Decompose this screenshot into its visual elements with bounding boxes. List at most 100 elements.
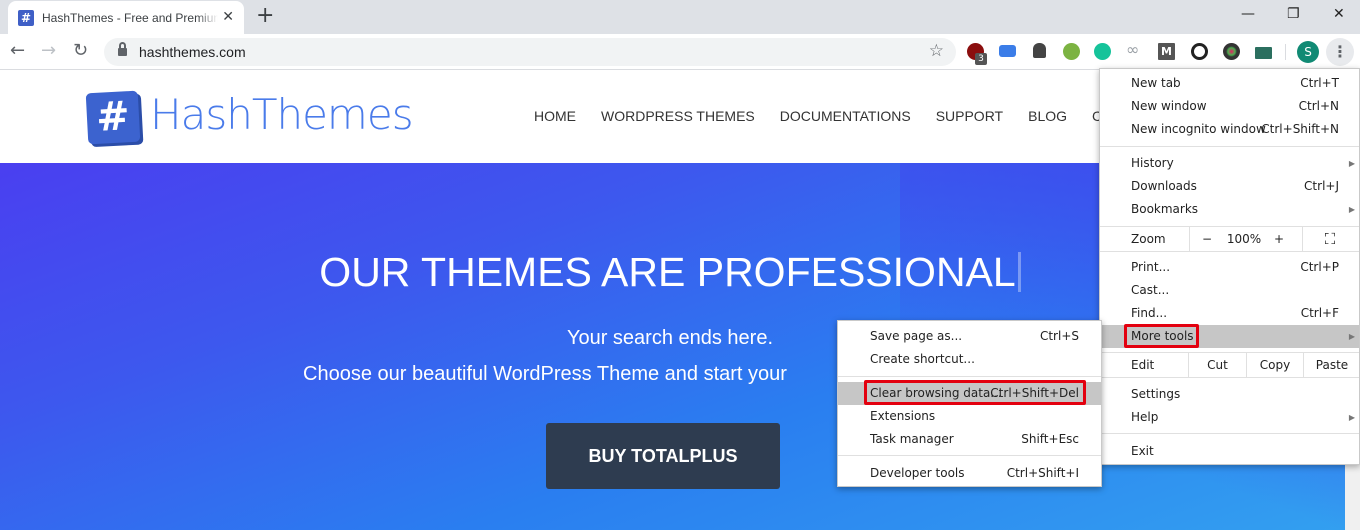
chrome-main-menu: New tab Ctrl+T New window Ctrl+N New incog… bbox=[1099, 68, 1360, 465]
menu-bookmarks[interactable]: Bookmarks ▶ bbox=[1100, 198, 1359, 221]
menu-shortcut: Ctrl+P bbox=[1300, 260, 1339, 274]
submenu-developer-tools[interactable]: Developer tools Ctrl+Shift+I bbox=[838, 462, 1101, 485]
hash-favicon-icon: # bbox=[18, 9, 34, 26]
profile-avatar[interactable]: S bbox=[1297, 41, 1319, 63]
menu-divider bbox=[838, 376, 1101, 377]
close-tab-icon[interactable]: ✕ bbox=[222, 9, 234, 25]
nav-blog[interactable]: BLOG bbox=[1028, 108, 1067, 124]
typing-cursor bbox=[1017, 252, 1021, 292]
search-tool-icon[interactable] bbox=[1191, 43, 1208, 60]
hashthemes-logo-icon[interactable]: # bbox=[85, 90, 141, 145]
fullscreen-icon[interactable]: ⛶ bbox=[1310, 227, 1350, 251]
zoom-out-button[interactable]: − bbox=[1196, 227, 1218, 251]
menu-new-tab[interactable]: New tab Ctrl+T bbox=[1100, 72, 1359, 95]
submenu-extensions[interactable]: Extensions bbox=[838, 405, 1101, 428]
menu-label: Settings bbox=[1131, 387, 1181, 401]
translator-icon[interactable] bbox=[999, 45, 1016, 57]
buy-totalplus-button[interactable]: BUY TOTALPLUS bbox=[546, 423, 780, 489]
new-badge-extension-icon[interactable] bbox=[1255, 47, 1272, 59]
menu-label: History bbox=[1131, 156, 1174, 170]
nav-documentations[interactable]: DOCUMENTATIONS bbox=[780, 108, 911, 124]
toolbar-separator bbox=[1285, 44, 1286, 60]
page-scrollbar[interactable] bbox=[1345, 465, 1360, 530]
menu-shortcut: Ctrl+T bbox=[1300, 76, 1339, 90]
more-tools-submenu: Save page as... Ctrl+S Create shortcut...… bbox=[837, 320, 1102, 487]
lock-icon[interactable] bbox=[118, 42, 127, 57]
submenu-save-page-as[interactable]: Save page as... Ctrl+S bbox=[838, 325, 1101, 348]
restore-button[interactable]: ❐ bbox=[1287, 6, 1300, 22]
divider bbox=[1189, 227, 1190, 251]
menu-edit-row: Edit Cut Copy Paste bbox=[1100, 353, 1359, 377]
browser-tab[interactable]: # HashThemes - Free and Premium WordPres… bbox=[8, 1, 244, 34]
zoom-in-button[interactable]: + bbox=[1268, 227, 1290, 251]
m-extension-icon[interactable]: M bbox=[1158, 43, 1175, 60]
green-circle-extension-icon[interactable] bbox=[1063, 43, 1080, 60]
new-tab-button[interactable]: + bbox=[256, 5, 274, 27]
menu-label: Developer tools bbox=[870, 466, 965, 480]
menu-new-incognito-window[interactable]: New incognito window Ctrl+Shift+N bbox=[1100, 118, 1359, 141]
menu-label: Save page as... bbox=[870, 329, 963, 343]
menu-shortcut: Ctrl+Shift+Del bbox=[990, 386, 1079, 400]
close-window-button[interactable]: ✕ bbox=[1333, 6, 1345, 22]
menu-label: New window bbox=[1131, 99, 1207, 113]
submenu-arrow-icon: ▶ bbox=[1348, 159, 1355, 168]
menu-label: Downloads bbox=[1131, 179, 1197, 193]
nav-home[interactable]: HOME bbox=[534, 108, 576, 124]
grammarly-icon[interactable] bbox=[1094, 43, 1111, 60]
menu-shortcut: Ctrl+N bbox=[1298, 99, 1339, 113]
menu-shortcut: Shift+Esc bbox=[1021, 432, 1079, 446]
infinity-icon[interactable]: ∞ bbox=[1126, 41, 1146, 58]
menu-help[interactable]: Help ▶ bbox=[1100, 406, 1359, 429]
divider bbox=[1302, 227, 1303, 251]
menu-divider bbox=[1100, 377, 1359, 378]
copy-button[interactable]: Copy bbox=[1247, 353, 1303, 377]
color-picker-icon[interactable] bbox=[1223, 43, 1240, 60]
menu-divider bbox=[1100, 251, 1359, 252]
menu-label: Extensions bbox=[870, 409, 936, 423]
site-nav: HOME WORDPRESS THEMES DOCUMENTATIONS SUP… bbox=[534, 108, 1132, 124]
paste-button[interactable]: Paste bbox=[1304, 353, 1360, 377]
chrome-menu-button[interactable]: ⋮ bbox=[1326, 38, 1354, 66]
menu-new-window[interactable]: New window Ctrl+N bbox=[1100, 95, 1359, 118]
edit-label: Edit bbox=[1131, 358, 1155, 372]
submenu-arrow-icon: ▶ bbox=[1348, 332, 1355, 341]
zoom-level: 100% bbox=[1226, 232, 1262, 246]
menu-shortcut: Ctrl+S bbox=[1039, 329, 1079, 343]
bookmark-star-icon[interactable]: ☆ bbox=[929, 41, 944, 61]
back-button[interactable]: ← bbox=[10, 41, 25, 61]
submenu-task-manager[interactable]: Task manager Shift+Esc bbox=[838, 428, 1101, 451]
submenu-clear-browsing-data[interactable]: Clear browsing data... Ctrl+Shift+Del bbox=[838, 382, 1101, 405]
menu-label: Cast... bbox=[1131, 283, 1170, 297]
ghostery-icon[interactable] bbox=[1033, 43, 1046, 58]
menu-exit[interactable]: Exit bbox=[1100, 440, 1359, 463]
menu-label: Print... bbox=[1131, 260, 1171, 274]
menu-label: Clear browsing data... bbox=[870, 386, 1002, 400]
address-bar[interactable]: hashthemes.com ☆ bbox=[104, 38, 956, 66]
menu-find[interactable]: Find... Ctrl+F bbox=[1100, 302, 1359, 325]
menu-label: Help bbox=[1131, 410, 1159, 424]
hero-title-text: OUR THEMES ARE PROFESSIONAL bbox=[319, 249, 1016, 295]
menu-label: New incognito window bbox=[1131, 122, 1266, 136]
menu-label: Exit bbox=[1131, 444, 1154, 458]
menu-shortcut: Ctrl+F bbox=[1300, 306, 1339, 320]
menu-label: Find... bbox=[1131, 306, 1168, 320]
submenu-create-shortcut[interactable]: Create shortcut... bbox=[838, 348, 1101, 371]
menu-cast[interactable]: Cast... bbox=[1100, 279, 1359, 302]
menu-more-tools[interactable]: More tools ▶ bbox=[1100, 325, 1359, 348]
menu-settings[interactable]: Settings bbox=[1100, 383, 1359, 406]
site-logo-text[interactable]: HashThemes bbox=[150, 90, 414, 139]
menu-print[interactable]: Print... Ctrl+P bbox=[1100, 256, 1359, 279]
zoom-label: Zoom bbox=[1131, 232, 1166, 246]
nav-support[interactable]: SUPPORT bbox=[936, 108, 1003, 124]
reload-button[interactable]: ↻ bbox=[73, 41, 88, 61]
menu-shortcut: Ctrl+Shift+I bbox=[1006, 466, 1079, 480]
nav-wordpress-themes[interactable]: WORDPRESS THEMES bbox=[601, 108, 755, 124]
minimize-button[interactable]: — bbox=[1241, 6, 1255, 22]
menu-history[interactable]: History ▶ bbox=[1100, 152, 1359, 175]
submenu-arrow-icon: ▶ bbox=[1348, 205, 1355, 214]
url-text[interactable]: hashthemes.com bbox=[139, 44, 246, 60]
menu-downloads[interactable]: Downloads Ctrl+J bbox=[1100, 175, 1359, 198]
cut-button[interactable]: Cut bbox=[1189, 353, 1246, 377]
menu-shortcut: Ctrl+J bbox=[1304, 179, 1339, 193]
forward-button[interactable]: → bbox=[41, 41, 56, 61]
